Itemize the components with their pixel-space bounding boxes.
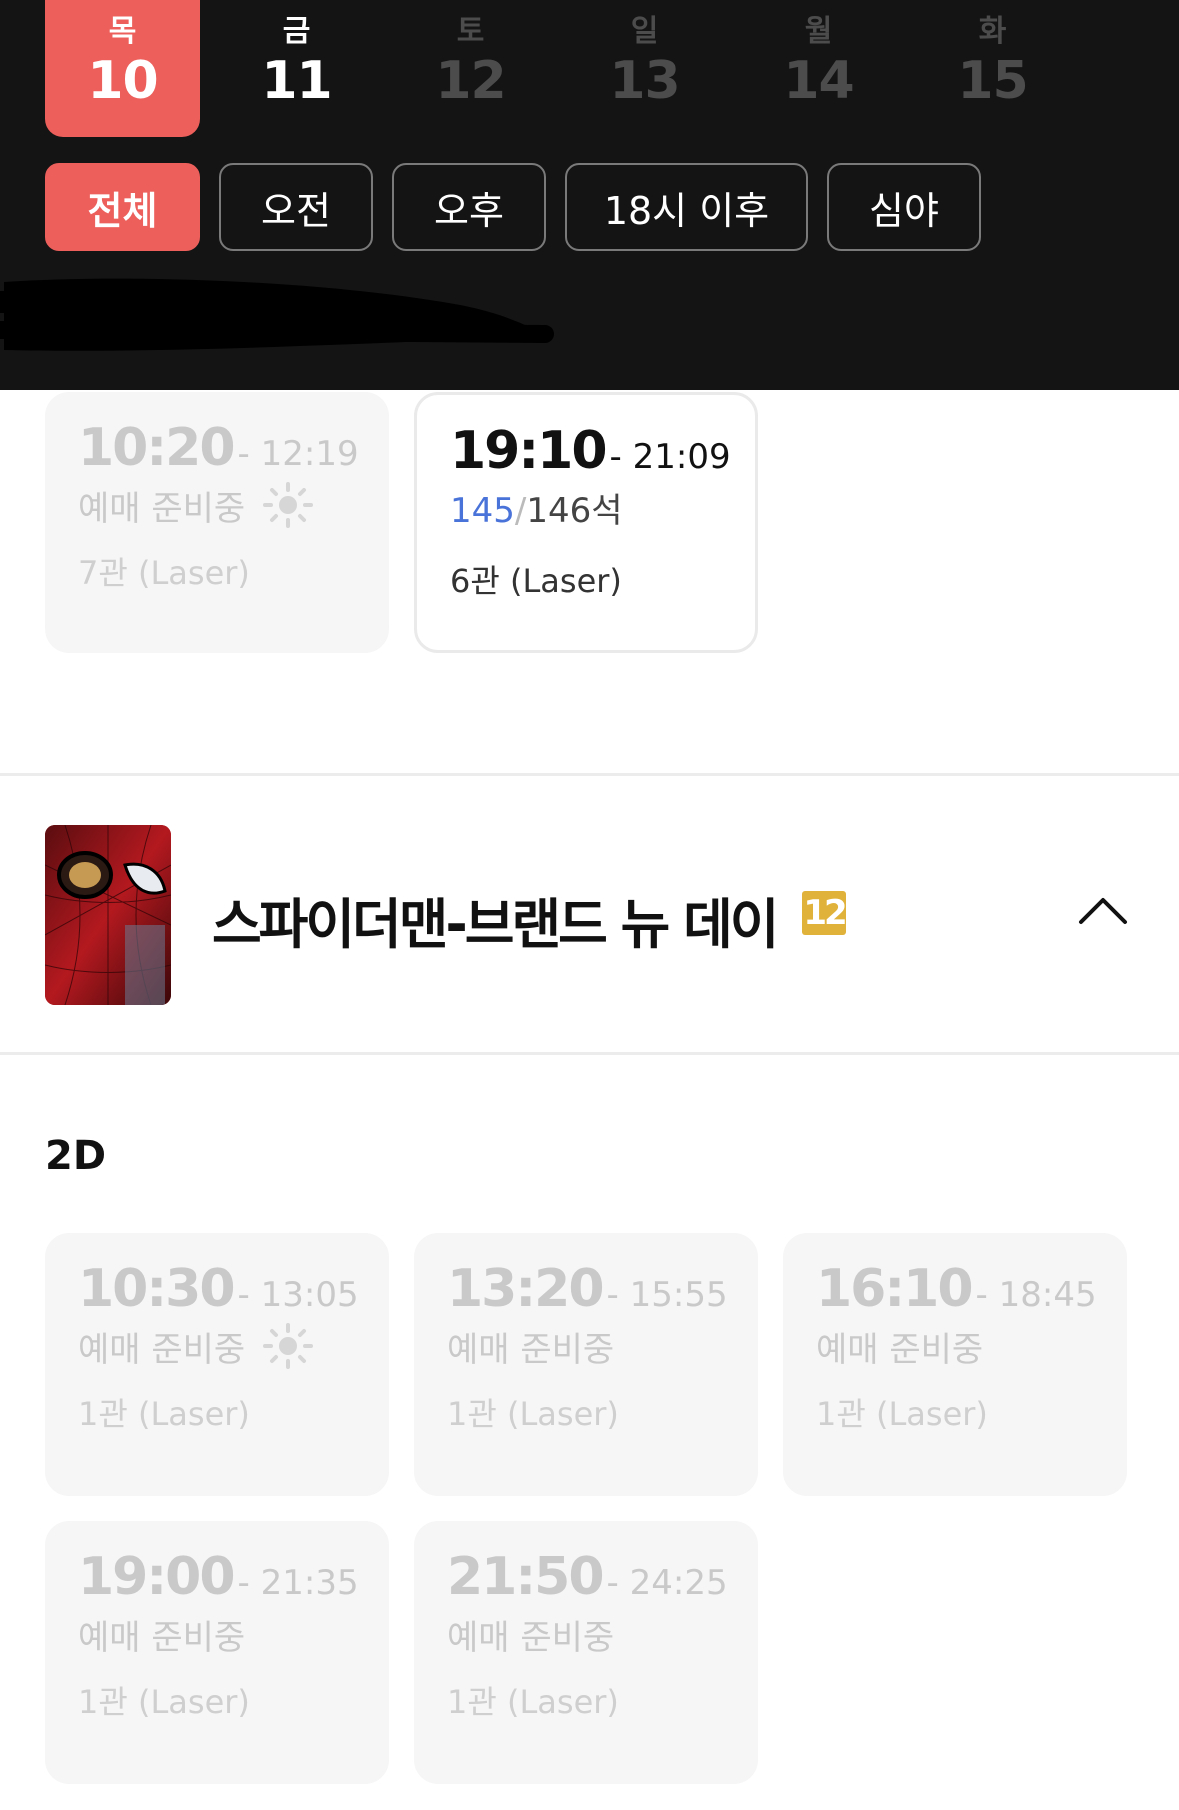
showtime-end: - 21:09 [609, 437, 731, 477]
age-rating-badge: 12 [802, 891, 848, 935]
date-tab-13[interactable]: 일 13 [567, 0, 722, 137]
showtime-start: 19:00 [78, 1547, 236, 1607]
hall-name: 1관 (Laser) [447, 1683, 619, 1721]
spiderman-poster-icon [45, 825, 171, 1005]
date-tab-15[interactable]: 화 15 [915, 0, 1070, 137]
schedule-header: 목 10 금 11 토 12 일 13 월 14 화 15 전체 오전 오후 1… [0, 0, 1179, 390]
showtime-start: 10:20 [78, 418, 236, 478]
filter-late-night[interactable]: 심야 [827, 163, 981, 251]
date-day: 15 [957, 51, 1028, 111]
date-day: 13 [609, 51, 680, 111]
filter-after-18[interactable]: 18시 이후 [565, 163, 808, 251]
booking-status: 예매 준비중 [816, 1329, 984, 1370]
date-tab-12[interactable]: 토 12 [393, 0, 548, 137]
showtime-card[interactable]: 13:20 - 15:55 예매 준비중 1관 (Laser) [414, 1233, 758, 1496]
section-divider [0, 1052, 1179, 1055]
booking-status: 예매 준비중 [447, 1617, 615, 1658]
sun-icon [263, 1323, 314, 1369]
filter-morning[interactable]: 오전 [219, 163, 373, 251]
showtime-card[interactable]: 19:10 - 21:09 145/146석 6관 (Laser) [414, 392, 758, 653]
showtime-start: 19:10 [450, 421, 608, 481]
date-day: 14 [783, 51, 854, 111]
showtime-card[interactable]: 10:30 - 13:05 예매 준비중 1관 (Laser) [45, 1233, 389, 1496]
seats-available: 145 [450, 491, 515, 531]
hall-name: 1관 (Laser) [78, 1395, 250, 1433]
booking-status: 예매 준비중 [78, 1617, 246, 1658]
showtime-end: - 21:35 [237, 1563, 359, 1603]
showtime-card[interactable]: 10:20 - 12:19 예매 준비중 7관 (Laser) [45, 392, 389, 653]
hall-name: 1관 (Laser) [816, 1395, 988, 1433]
date-day: 12 [435, 51, 506, 111]
sun-icon [263, 482, 314, 528]
booking-status: 예매 준비중 [447, 1329, 615, 1370]
date-selector: 목 10 금 11 토 12 일 13 월 14 화 15 [45, 0, 1089, 137]
filter-afternoon[interactable]: 오후 [392, 163, 546, 251]
chevron-up-icon[interactable] [1078, 895, 1128, 925]
format-label: 2D [45, 1133, 107, 1179]
showtime-start: 16:10 [816, 1259, 974, 1319]
showtime-end: - 24:25 [606, 1563, 728, 1603]
showtime-end: - 15:55 [606, 1275, 728, 1315]
showtime-end: - 12:19 [237, 434, 359, 474]
hall-name: 7관 (Laser) [78, 554, 250, 592]
date-weekday: 금 [282, 14, 311, 49]
showtime-card[interactable]: 16:10 - 18:45 예매 준비중 1관 (Laser) [783, 1233, 1127, 1496]
hall-name: 6관 (Laser) [450, 562, 622, 600]
showtime-end: - 18:45 [975, 1275, 1097, 1315]
showtime-start: 10:30 [78, 1259, 236, 1319]
showtime-start: 13:20 [447, 1259, 605, 1319]
date-weekday: 화 [978, 14, 1007, 49]
seat-count: 145/146석 [450, 483, 755, 532]
hall-name: 1관 (Laser) [447, 1395, 619, 1433]
date-day: 10 [87, 51, 158, 111]
date-day: 11 [261, 51, 332, 111]
date-weekday: 목 [108, 14, 137, 49]
date-weekday: 월 [804, 14, 833, 49]
hall-name: 1관 (Laser) [78, 1683, 250, 1721]
showtime-start: 21:50 [447, 1547, 605, 1607]
booking-status: 예매 준비중 [78, 488, 246, 529]
showtime-card[interactable]: 19:00 - 21:35 예매 준비중 1관 (Laser) [45, 1521, 389, 1784]
booking-status: 예매 준비중 [78, 1329, 246, 1370]
movie-poster[interactable] [45, 825, 171, 1005]
movie-title: 스파이더맨-브랜드 뉴 데이 [212, 893, 779, 956]
date-weekday: 일 [630, 14, 659, 49]
date-weekday: 토 [456, 14, 485, 49]
section-divider [0, 773, 1179, 776]
seats-total: 146석 [526, 491, 623, 531]
seats-separator: / [514, 491, 527, 531]
showtime-end: - 13:05 [237, 1275, 359, 1315]
date-tab-11[interactable]: 금 11 [219, 0, 374, 137]
redaction-mark [0, 278, 554, 351]
time-filter-bar: 전체 오전 오후 18시 이후 심야 [45, 163, 1000, 251]
filter-all[interactable]: 전체 [45, 163, 200, 251]
showtime-card[interactable]: 21:50 - 24:25 예매 준비중 1관 (Laser) [414, 1521, 758, 1784]
date-tab-14[interactable]: 월 14 [741, 0, 896, 137]
date-tab-10[interactable]: 목 10 [45, 0, 200, 137]
